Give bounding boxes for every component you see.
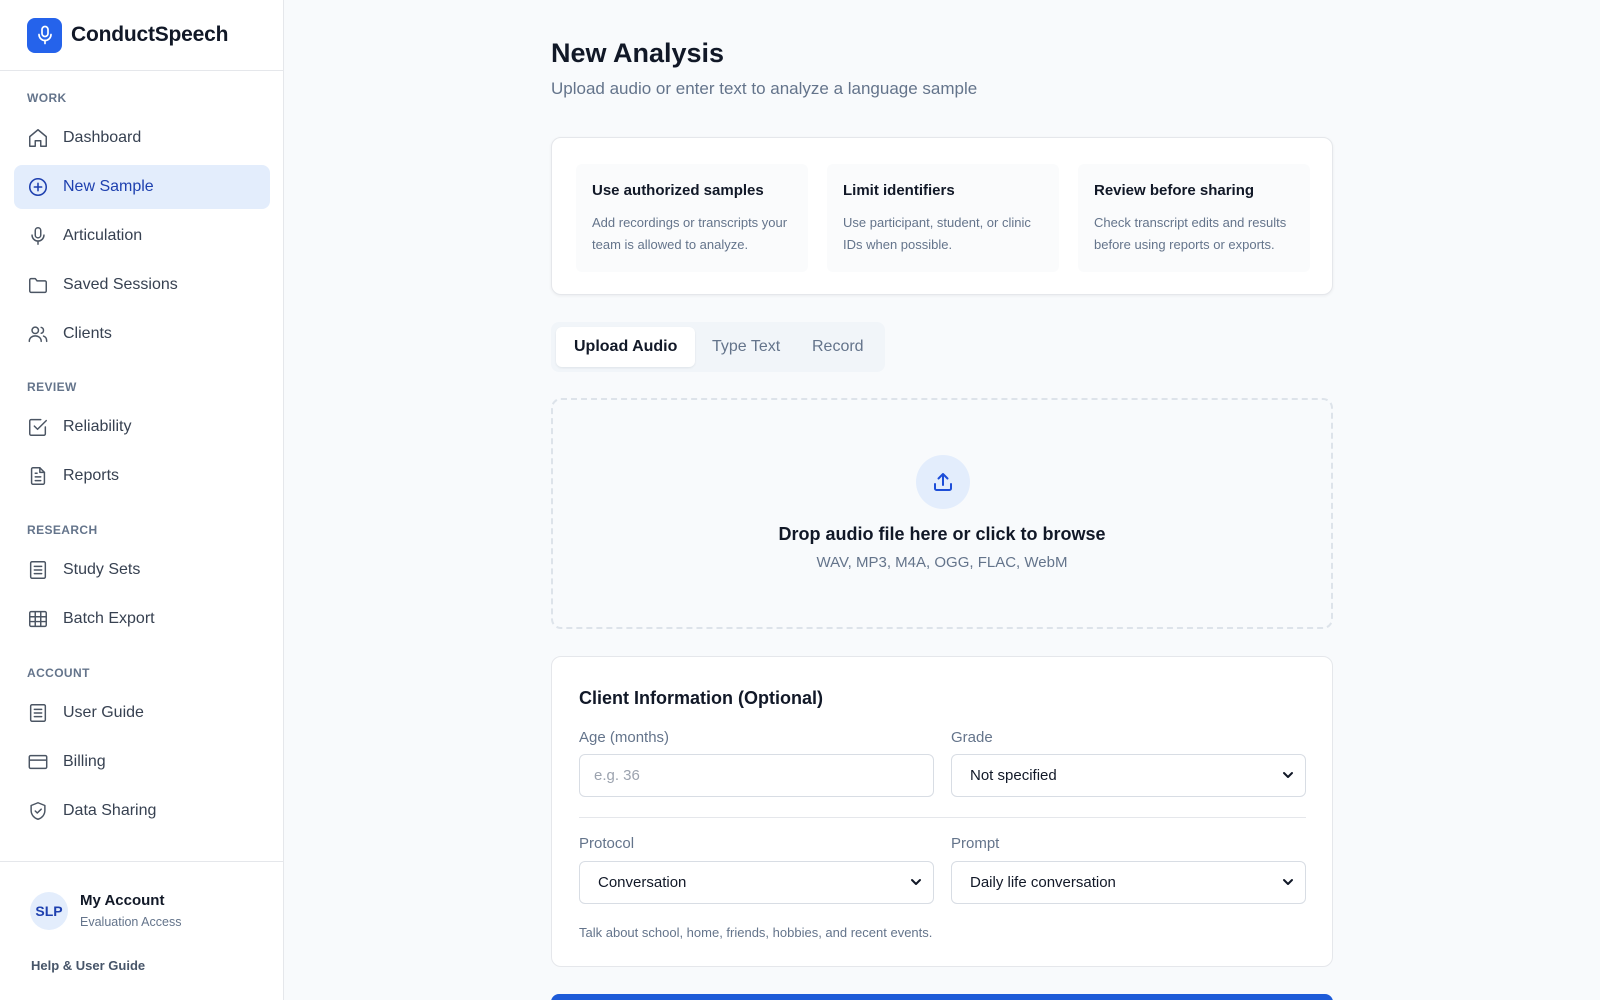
document-icon: [27, 559, 49, 581]
sidebar-item-user-guide[interactable]: User Guide: [14, 691, 270, 735]
account-panel: SLP My Account Evaluation Access Help & …: [0, 861, 284, 1000]
page-subtitle: Upload audio or enter text to analyze a …: [551, 79, 978, 98]
section-label-review: REVIEW: [27, 380, 77, 394]
microphone-icon: [27, 225, 49, 247]
age-label: Age (months): [579, 729, 670, 746]
sidebar-item-study-sets[interactable]: Study Sets: [14, 548, 270, 592]
avatar[interactable]: SLP: [30, 892, 68, 930]
app-name: ConductSpeech: [71, 23, 229, 46]
input-mode-tabs: Upload Audio Type Text Record: [551, 322, 885, 372]
grid-table-icon: [27, 608, 49, 630]
protocol-label: Protocol: [579, 835, 635, 852]
sidebar: ConductSpeech WORK Dashboard New Sample …: [0, 0, 284, 1000]
page-title: New Analysis: [551, 38, 725, 68]
sidebar-item-billing[interactable]: Billing: [14, 740, 270, 784]
notice-title: Review before sharing: [1094, 182, 1255, 199]
checkbox-icon: [27, 416, 49, 438]
sidebar-item-reliability[interactable]: Reliability: [14, 405, 270, 449]
protocol-select-value: Conversation: [598, 874, 687, 891]
help-user-guide-link[interactable]: Help & User Guide: [31, 958, 145, 973]
tab-record[interactable]: Record: [794, 327, 882, 367]
age-input[interactable]: e.g. 36: [579, 754, 934, 797]
grade-select[interactable]: Not specified: [951, 754, 1306, 797]
sidebar-item-label: Study Sets: [63, 561, 141, 578]
main-content: New Analysis Upload audio or enter text …: [284, 0, 1600, 1000]
notice-body: Add recordings or transcripts your team …: [592, 215, 788, 252]
users-icon: [27, 323, 49, 345]
tab-upload-audio[interactable]: Upload Audio: [556, 327, 696, 367]
file-text-icon: [27, 465, 49, 487]
client-information-card: Client Information (Optional) Age (month…: [551, 656, 1333, 967]
prompt-label: Prompt: [951, 835, 1000, 852]
microphone-logo-icon: [27, 17, 62, 53]
sidebar-item-label: Reports: [63, 467, 120, 484]
audio-dropzone[interactable]: Drop audio file here or click to browse …: [551, 398, 1333, 629]
sidebar-item-label: Clients: [63, 325, 112, 342]
notice-title: Use authorized samples: [592, 182, 764, 199]
section-label-work: WORK: [27, 91, 67, 105]
sidebar-item-label: Articulation: [63, 227, 143, 244]
sidebar-item-new-sample[interactable]: New Sample: [14, 165, 270, 209]
prompt-select[interactable]: Daily life conversation: [951, 861, 1306, 904]
chevron-down-icon: [1281, 768, 1295, 786]
sidebar-item-label: Batch Export: [63, 610, 155, 627]
client-info-title: Client Information (Optional): [579, 688, 823, 708]
notice-title: Limit identifiers: [843, 182, 955, 199]
grade-label: Grade: [951, 729, 993, 746]
sidebar-item-clients[interactable]: Clients: [14, 312, 270, 356]
upload-icon: [916, 455, 970, 509]
prompt-select-value: Daily life conversation: [970, 874, 1116, 891]
sidebar-item-label: Data Sharing: [63, 802, 157, 819]
chevron-down-icon: [909, 875, 923, 893]
sidebar-item-label: New Sample: [63, 178, 154, 195]
book-icon: [27, 702, 49, 724]
plus-circle-icon: [27, 176, 49, 198]
notice-body: Check transcript edits and results befor…: [1094, 215, 1287, 252]
sidebar-item-label: Saved Sessions: [63, 276, 178, 293]
sidebar-item-reports[interactable]: Reports: [14, 454, 270, 498]
dropzone-formats: WAV, MP3, M4A, OGG, FLAC, WebM: [816, 554, 1068, 571]
sidebar-item-label: Dashboard: [63, 129, 142, 146]
notice-review-before-sharing: Review before sharing Check transcript e…: [1078, 164, 1310, 272]
notice-limit-identifiers: Limit identifiers Use participant, stude…: [827, 164, 1059, 272]
sidebar-item-dashboard[interactable]: Dashboard: [14, 116, 270, 160]
dropzone-title: Drop audio file here or click to browse: [778, 524, 1106, 544]
credit-card-icon: [27, 751, 49, 773]
guidance-card: Use authorized samples Add recordings or…: [551, 137, 1333, 295]
sidebar-item-saved-sessions[interactable]: Saved Sessions: [14, 263, 270, 307]
sidebar-item-label: Reliability: [63, 418, 132, 435]
sidebar-item-articulation[interactable]: Articulation: [14, 214, 270, 258]
section-label-research: RESEARCH: [27, 523, 98, 537]
divider: [579, 817, 1306, 818]
grade-select-value: Not specified: [970, 767, 1057, 784]
notice-authorized-samples: Use authorized samples Add recordings or…: [576, 164, 808, 272]
protocol-select[interactable]: Conversation: [579, 861, 934, 904]
tab-type-text[interactable]: Type Text: [694, 327, 798, 367]
chevron-down-icon: [1281, 875, 1295, 893]
analyze-button[interactable]: [551, 994, 1333, 1000]
shield-check-icon: [27, 800, 49, 822]
brand[interactable]: ConductSpeech: [0, 0, 283, 71]
account-name[interactable]: My Account: [80, 892, 164, 909]
prompt-hint: Talk about school, home, friends, hobbie…: [579, 925, 933, 940]
section-label-account: ACCOUNT: [27, 666, 90, 680]
sidebar-item-label: Billing: [63, 753, 106, 770]
home-icon: [27, 127, 49, 149]
folder-icon: [27, 274, 49, 296]
sidebar-item-data-sharing[interactable]: Data Sharing: [14, 789, 270, 833]
sidebar-item-batch-export[interactable]: Batch Export: [14, 597, 270, 641]
notice-body: Use participant, student, or clinic IDs …: [843, 215, 1031, 252]
account-subtitle: Evaluation Access: [80, 915, 182, 929]
sidebar-item-label: User Guide: [63, 704, 144, 721]
